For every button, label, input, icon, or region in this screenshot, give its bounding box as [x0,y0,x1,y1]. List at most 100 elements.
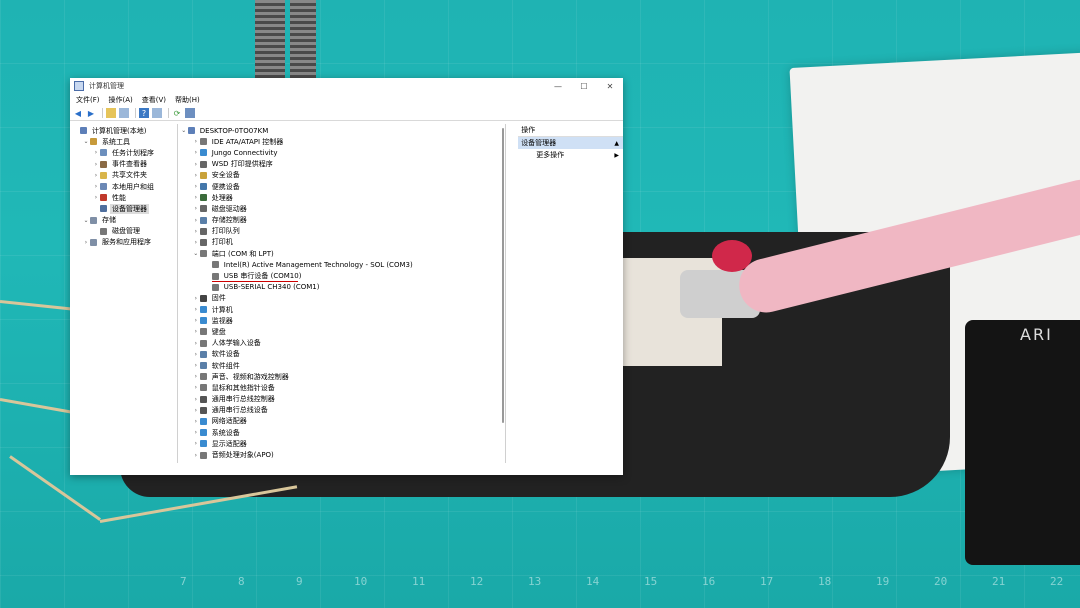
chevron-right-icon[interactable]: › [192,407,200,414]
device-item-row[interactable]: USB 串行设备 (COM10) [178,270,505,283]
nav-item-row[interactable]: › 性能 [70,192,177,203]
device-item-row[interactable]: ⌄ DESKTOP-0TO07KM [178,125,505,136]
chevron-right-icon[interactable]: › [192,351,200,358]
device-item-row[interactable]: ⌄ 端口 (COM 和 LPT) [178,248,505,259]
device-item-row[interactable]: › WSD 打印提供程序 [178,159,505,170]
device-item-row[interactable]: › 计算机 [178,304,505,315]
chevron-down-icon[interactable]: ⌄ [82,138,90,145]
device-item-row[interactable]: › 人体学输入设备 [178,338,505,349]
nav-item-row[interactable]: 设备管理器 [70,203,177,214]
show-hide-tree-icon[interactable] [119,108,129,118]
chevron-right-icon[interactable]: › [192,228,200,235]
device-item-row[interactable]: › 声音、视频和游戏控制器 [178,371,505,382]
chevron-right-icon[interactable]: › [92,149,100,156]
device-item-row[interactable]: › 安全设备 [178,170,505,181]
device-item-row[interactable]: › 软件组件 [178,360,505,371]
nav-item-row[interactable]: › 共享文件夹 [70,170,177,181]
device-item-row[interactable]: › 固件 [178,293,505,304]
chevron-right-icon[interactable]: › [192,217,200,224]
maximize-button[interactable]: ☐ [571,82,597,91]
device-item-row[interactable]: › 磁盘驱动器 [178,203,505,214]
nav-item-row[interactable]: 磁盘管理 [70,226,177,237]
chevron-right-icon[interactable]: › [192,239,200,246]
up-folder-icon[interactable] [106,108,116,118]
scan-hardware-icon[interactable]: ⟳ [172,108,182,118]
chevron-right-icon[interactable]: › [192,362,200,369]
nav-item-row[interactable]: › 本地用户和组 [70,181,177,192]
menu-view[interactable]: 查看(V) [142,95,166,105]
chevron-right-icon[interactable]: › [192,306,200,313]
device-item-row[interactable]: › Jungo Connectivity [178,147,505,158]
device-tree-scrollbar[interactable] [499,124,505,463]
nav-item-row[interactable]: › 服务和应用程序 [70,237,177,248]
nav-item-row[interactable]: › 事件查看器 [70,159,177,170]
nav-item-row[interactable]: ⌄ 系统工具 [70,136,177,147]
device-item-row[interactable]: › 监视器 [178,315,505,326]
nav-item-row[interactable]: ⌄ 存储 [70,215,177,226]
chevron-down-icon[interactable]: ⌄ [192,250,200,257]
menu-file[interactable]: 文件(F) [76,95,100,105]
chevron-right-icon[interactable]: › [92,194,100,201]
menu-action[interactable]: 操作(A) [109,95,133,105]
chevron-right-icon[interactable]: › [192,340,200,347]
device-item-row[interactable]: › 通用串行总线设备 [178,405,505,416]
chevron-right-icon[interactable]: › [192,328,200,335]
chevron-down-icon[interactable]: ⌄ [82,217,90,224]
chevron-right-icon[interactable]: › [192,183,200,190]
device-item-row[interactable]: › 通用串行总线控制器 [178,394,505,405]
close-button[interactable]: ✕ [597,82,623,91]
menu-help[interactable]: 帮助(H) [175,95,200,105]
back-arrow-icon[interactable]: ◀ [73,108,83,118]
more-actions-item[interactable]: 更多操作 ▶ [518,149,623,161]
chevron-down-icon[interactable]: ⌄ [180,127,188,134]
chevron-right-icon[interactable]: › [192,384,200,391]
device-item-row[interactable]: Intel(R) Active Management Technology - … [178,259,505,270]
forward-arrow-icon[interactable]: ▶ [86,108,96,118]
toolbar: ◀ ▶ ? ⟳ [70,106,623,121]
chevron-right-icon[interactable]: › [192,317,200,324]
chevron-right-icon[interactable]: › [192,194,200,201]
device-item-row[interactable]: › 系统设备 [178,427,505,438]
device-item-row[interactable]: › 打印机 [178,237,505,248]
ruler-number: 7 [180,575,187,588]
device-item-row[interactable]: › 存储控制器 [178,215,505,226]
chevron-right-icon[interactable]: › [92,172,100,179]
device-item-row[interactable]: › 便携设备 [178,181,505,192]
chevron-right-icon[interactable]: › [192,452,200,459]
help-icon[interactable]: ? [139,108,149,118]
chevron-right-icon[interactable]: › [192,172,200,179]
chevron-right-icon[interactable]: › [92,161,100,168]
minimize-button[interactable]: — [545,82,571,91]
chevron-right-icon[interactable]: › [192,429,200,436]
device-item-row[interactable]: › 打印队列 [178,226,505,237]
chevron-right-icon[interactable]: › [92,183,100,190]
nav-item-row[interactable]: 计算机管理(本地) [70,125,177,136]
device-item-row[interactable]: › IDE ATA/ATAPI 控制器 [178,136,505,147]
scrollbar-thumb[interactable] [502,128,505,423]
device-item-row[interactable]: › 音频处理对象(APO) [178,449,505,460]
chevron-right-icon[interactable]: › [192,295,200,302]
device-item-label: 通用串行总线控制器 [211,395,275,404]
chevron-right-icon[interactable]: › [192,138,200,145]
chevron-right-icon[interactable]: › [192,373,200,380]
device-item-row[interactable]: › 键盘 [178,326,505,337]
device-item-row[interactable]: › 鼠标和其他指针设备 [178,382,505,393]
nav-item-row[interactable]: › 任务计划程序 [70,147,177,158]
collapse-caret-icon[interactable]: ▲ [614,140,619,147]
actions-section-device-manager[interactable]: 设备管理器 ▲ [518,137,623,149]
chevron-right-icon[interactable]: › [192,149,200,156]
chevron-right-icon[interactable]: › [192,396,200,403]
chevron-right-icon[interactable]: › [192,205,200,212]
title-bar[interactable]: 计算机管理 — ☐ ✕ [70,78,623,94]
device-item-row[interactable]: › 网络适配器 [178,416,505,427]
monitor-icon[interactable] [185,108,195,118]
chevron-right-icon[interactable]: › [192,161,200,168]
device-item-row[interactable]: › 显示适配器 [178,438,505,449]
chevron-right-icon[interactable]: › [192,440,200,447]
properties-icon[interactable] [152,108,162,118]
device-item-row[interactable]: › 软件设备 [178,349,505,360]
device-item-row[interactable]: › 处理器 [178,192,505,203]
device-item-row[interactable]: USB-SERIAL CH340 (COM1) [178,282,505,293]
chevron-right-icon[interactable]: › [192,418,200,425]
chevron-right-icon[interactable]: › [82,239,90,246]
